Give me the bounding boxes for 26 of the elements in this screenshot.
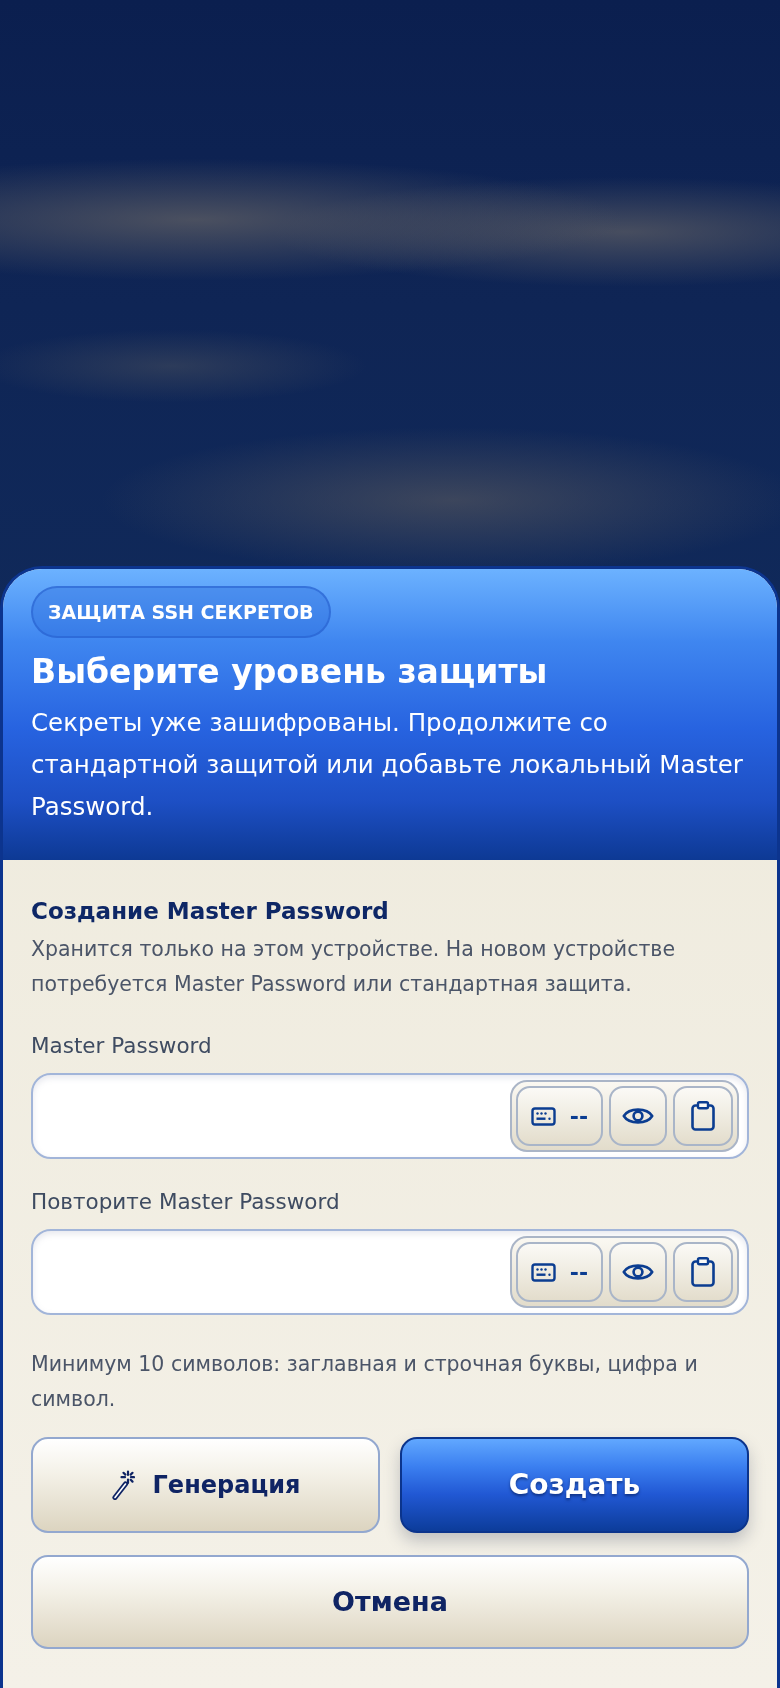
sheet-title: Выберите уровень защиты	[31, 651, 549, 693]
create-button[interactable]: Создать	[400, 1437, 749, 1533]
field-label: Повторите Master Password	[31, 1188, 341, 1216]
password-field[interactable]: --	[31, 1073, 749, 1159]
clipboard-icon	[691, 1257, 715, 1287]
magic-wand-icon	[110, 1470, 135, 1500]
show-password-button[interactable]	[609, 1242, 667, 1302]
keyboard-button[interactable]: --	[516, 1086, 603, 1146]
paste-button[interactable]	[673, 1242, 733, 1302]
eye-icon	[622, 1261, 654, 1283]
section-badge: ЗАЩИТА SSH СЕКРЕТОВ	[31, 586, 331, 638]
section-description: Хранится только на этом устройстве. На новом устройстве потребуется Master Password или стандартная защита.	[31, 936, 677, 998]
paste-button[interactable]	[673, 1086, 733, 1146]
sheet-description: Секреты уже зашифрованы. Продолжите со стандартной защитой или добавьте локальный Master Password.	[31, 707, 744, 823]
cancel-button[interactable]: Отмена	[31, 1555, 749, 1649]
generate-button[interactable]: Генерация	[31, 1437, 380, 1533]
password-field[interactable]: --	[31, 1229, 749, 1315]
field-label: Master Password	[31, 1032, 213, 1060]
clipboard-icon	[691, 1101, 715, 1131]
keyboard-button[interactable]: --	[516, 1242, 603, 1302]
eye-icon	[622, 1105, 654, 1127]
section-title: Создание Master Password	[31, 897, 390, 926]
keyboard-icon	[530, 1262, 556, 1282]
show-password-button[interactable]	[609, 1086, 667, 1146]
keyboard-icon	[530, 1106, 556, 1126]
password-hint: Минимум 10 символов: заглавная и строчная буквы, цифра и символ.	[31, 1351, 699, 1413]
